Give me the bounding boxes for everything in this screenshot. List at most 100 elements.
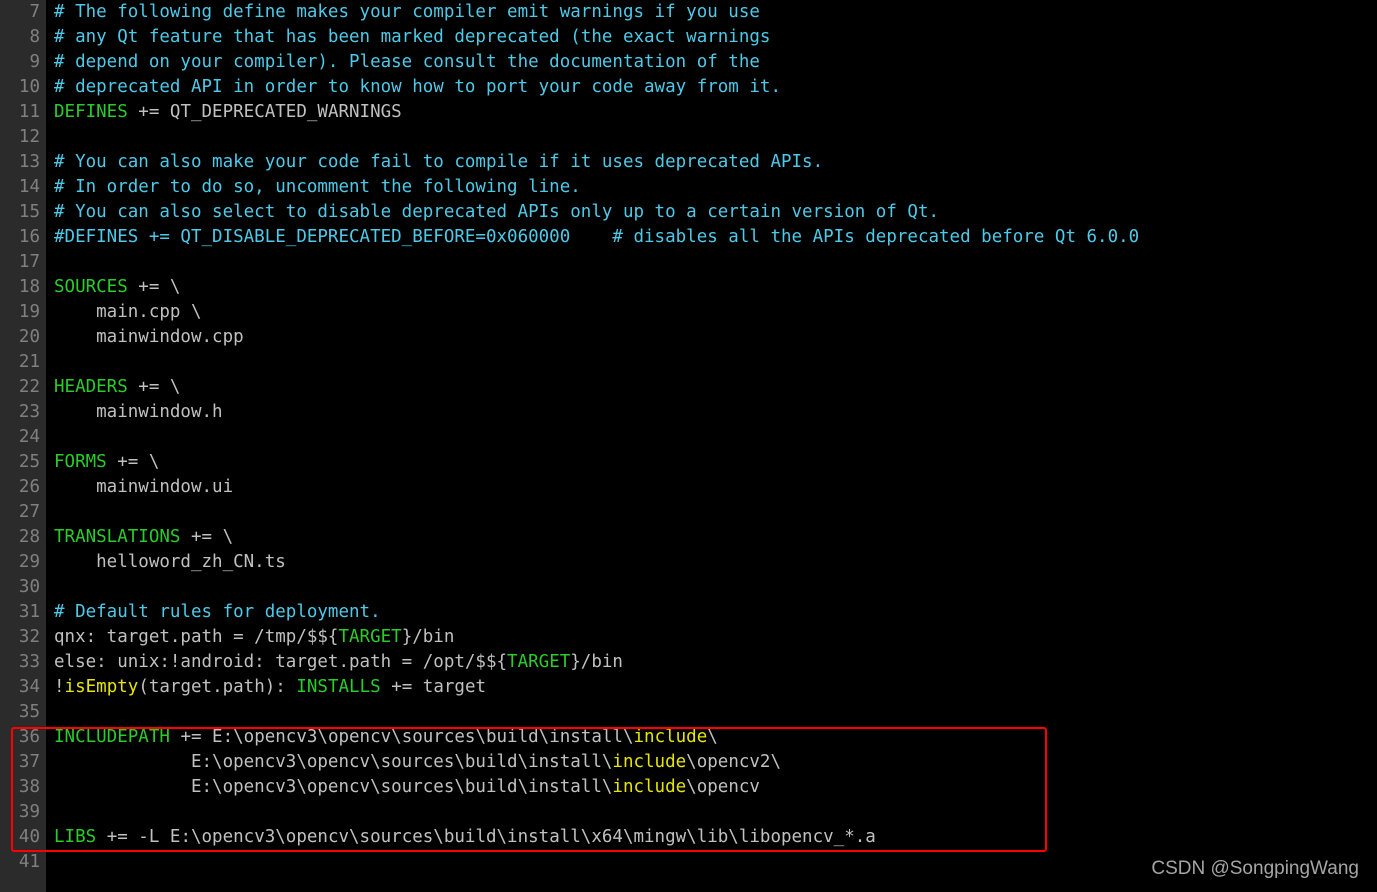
- token-comment: # You can also select to disable depreca…: [54, 202, 940, 222]
- line-content[interactable]: mainwindow.cpp: [46, 325, 1377, 350]
- line-number: 29: [18, 552, 40, 572]
- line-content[interactable]: E:\opencv3\opencv\sources\build\install\…: [46, 750, 1377, 775]
- code-line[interactable]: 18 SOURCES += \: [0, 275, 1377, 300]
- line-number: 14: [18, 177, 40, 197]
- code-line[interactable]: 24: [0, 425, 1377, 450]
- code-line[interactable]: 12: [0, 125, 1377, 150]
- code-line[interactable]: 31 # Default rules for deployment.: [0, 600, 1377, 625]
- code-line[interactable]: 13 # You can also make your code fail to …: [0, 150, 1377, 175]
- line-number: 10: [18, 77, 40, 97]
- line-content[interactable]: E:\opencv3\opencv\sources\build\install\…: [46, 775, 1377, 800]
- code-line[interactable]: 35: [0, 700, 1377, 725]
- line-number: 27: [18, 502, 40, 522]
- token-plain: qnx: target.path = /tmp/$${: [54, 627, 339, 647]
- code-line[interactable]: 28 TRANSLATIONS += \: [0, 525, 1377, 550]
- code-line[interactable]: 11 DEFINES += QT_DEPRECATED_WARNINGS: [0, 100, 1377, 125]
- code-editor[interactable]: 7 # The following define makes your compi…: [0, 0, 1377, 892]
- code-line[interactable]: 27: [0, 500, 1377, 525]
- line-number: 7: [29, 2, 40, 22]
- line-content[interactable]: mainwindow.ui: [46, 475, 1377, 500]
- code-line[interactable]: 19 main.cpp \: [0, 300, 1377, 325]
- token-comment: # In order to do so, uncomment the follo…: [54, 177, 581, 197]
- line-number: 32: [18, 627, 40, 647]
- code-line[interactable]: 9 # depend on your compiler). Please cons…: [0, 50, 1377, 75]
- line-number: 23: [18, 402, 40, 422]
- line-content[interactable]: # You can also make your code fail to co…: [46, 150, 1377, 175]
- code-line[interactable]: 8 # any Qt feature that has been marked d…: [0, 25, 1377, 50]
- code-line[interactable]: 39: [0, 800, 1377, 825]
- line-content[interactable]: [46, 250, 1377, 275]
- code-line[interactable]: 16 #DEFINES += QT_DISABLE_DEPRECATED_BEFO…: [0, 225, 1377, 250]
- token-keyword: FORMS: [54, 452, 107, 472]
- token-plain: }/bin: [570, 652, 623, 672]
- line-content[interactable]: [46, 800, 1377, 825]
- line-number: 28: [18, 527, 40, 547]
- token-plain: !: [54, 677, 65, 697]
- line-content[interactable]: mainwindow.h: [46, 400, 1377, 425]
- code-line[interactable]: 21: [0, 350, 1377, 375]
- line-content[interactable]: [46, 500, 1377, 525]
- token-comment: # Default rules for deployment.: [54, 602, 381, 622]
- line-content[interactable]: [46, 575, 1377, 600]
- line-number: 35: [18, 702, 40, 722]
- token-keyword: TRANSLATIONS: [54, 527, 181, 547]
- line-content[interactable]: DEFINES += QT_DEPRECATED_WARNINGS: [46, 100, 1377, 125]
- line-content[interactable]: LIBS += -L E:\opencv3\opencv\sources\bui…: [46, 825, 1377, 850]
- line-content[interactable]: else: unix:!android: target.path = /opt/…: [46, 650, 1377, 675]
- line-content[interactable]: !isEmpty(target.path): INSTALLS += targe…: [46, 675, 1377, 700]
- token-plain: E:\opencv3\opencv\sources\build\install\: [54, 777, 613, 797]
- code-line[interactable]: 32 qnx: target.path = /tmp/$${TARGET}/bin: [0, 625, 1377, 650]
- code-line[interactable]: 30: [0, 575, 1377, 600]
- line-content[interactable]: # You can also select to disable depreca…: [46, 200, 1377, 225]
- code-line[interactable]: 40 LIBS += -L E:\opencv3\opencv\sources\b…: [0, 825, 1377, 850]
- code-line[interactable]: 38 E:\opencv3\opencv\sources\build\insta…: [0, 775, 1377, 800]
- code-line[interactable]: 37 E:\opencv3\opencv\sources\build\insta…: [0, 750, 1377, 775]
- line-number: 17: [18, 252, 40, 272]
- token-keyword: INSTALLS: [296, 677, 381, 697]
- line-number: 36: [18, 727, 40, 747]
- line-content[interactable]: [46, 425, 1377, 450]
- code-line[interactable]: 29 helloword_zh_CN.ts: [0, 550, 1377, 575]
- token-plain: mainwindow.h: [54, 402, 223, 422]
- line-content[interactable]: helloword_zh_CN.ts: [46, 550, 1377, 575]
- line-content[interactable]: # depend on your compiler). Please consu…: [46, 50, 1377, 75]
- line-content[interactable]: #DEFINES += QT_DISABLE_DEPRECATED_BEFORE…: [46, 225, 1377, 250]
- line-content[interactable]: [46, 700, 1377, 725]
- line-content[interactable]: # any Qt feature that has been marked de…: [46, 25, 1377, 50]
- code-line[interactable]: 25 FORMS += \: [0, 450, 1377, 475]
- line-content[interactable]: TRANSLATIONS += \: [46, 525, 1377, 550]
- code-line[interactable]: 15 # You can also select to disable depre…: [0, 200, 1377, 225]
- code-line[interactable]: 26 mainwindow.ui: [0, 475, 1377, 500]
- line-content[interactable]: # Default rules for deployment.: [46, 600, 1377, 625]
- code-line[interactable]: 34 !isEmpty(target.path): INSTALLS += tar…: [0, 675, 1377, 700]
- code-line[interactable]: 10 # deprecated API in order to know how …: [0, 75, 1377, 100]
- code-line[interactable]: 23 mainwindow.h: [0, 400, 1377, 425]
- code-line[interactable]: 20 mainwindow.cpp: [0, 325, 1377, 350]
- line-content[interactable]: FORMS += \: [46, 450, 1377, 475]
- token-func: isEmpty: [64, 677, 139, 697]
- code-line[interactable]: 17: [0, 250, 1377, 275]
- code-line[interactable]: 36 INCLUDEPATH += E:\opencv3\opencv\sourc…: [0, 725, 1377, 750]
- line-number: 13: [18, 152, 40, 172]
- line-content[interactable]: qnx: target.path = /tmp/$${TARGET}/bin: [46, 625, 1377, 650]
- line-content[interactable]: [46, 350, 1377, 375]
- token-keyword: SOURCES: [54, 277, 128, 297]
- line-number: 11: [18, 102, 40, 122]
- line-content[interactable]: [46, 125, 1377, 150]
- line-content[interactable]: main.cpp \: [46, 300, 1377, 325]
- line-content[interactable]: SOURCES += \: [46, 275, 1377, 300]
- line-content[interactable]: # deprecated API in order to know how to…: [46, 75, 1377, 100]
- line-content[interactable]: # In order to do so, uncomment the follo…: [46, 175, 1377, 200]
- token-plain: helloword_zh_CN.ts: [54, 552, 286, 572]
- token-plain: \opencv: [686, 777, 760, 797]
- code-line[interactable]: 14 # In order to do so, uncomment the fol…: [0, 175, 1377, 200]
- line-content[interactable]: INCLUDEPATH += E:\opencv3\opencv\sources…: [46, 725, 1377, 750]
- code-line[interactable]: 22 HEADERS += \: [0, 375, 1377, 400]
- code-text-area[interactable]: 7 # The following define makes your compi…: [0, 0, 1377, 892]
- code-line[interactable]: 33 else: unix:!android: target.path = /op…: [0, 650, 1377, 675]
- code-line[interactable]: 7 # The following define makes your compi…: [0, 0, 1377, 25]
- line-content[interactable]: HEADERS += \: [46, 375, 1377, 400]
- line-content[interactable]: # The following define makes your compil…: [46, 0, 1377, 25]
- token-plain: else: unix:!android: target.path = /opt/…: [54, 652, 508, 672]
- line-number: 41: [18, 852, 40, 872]
